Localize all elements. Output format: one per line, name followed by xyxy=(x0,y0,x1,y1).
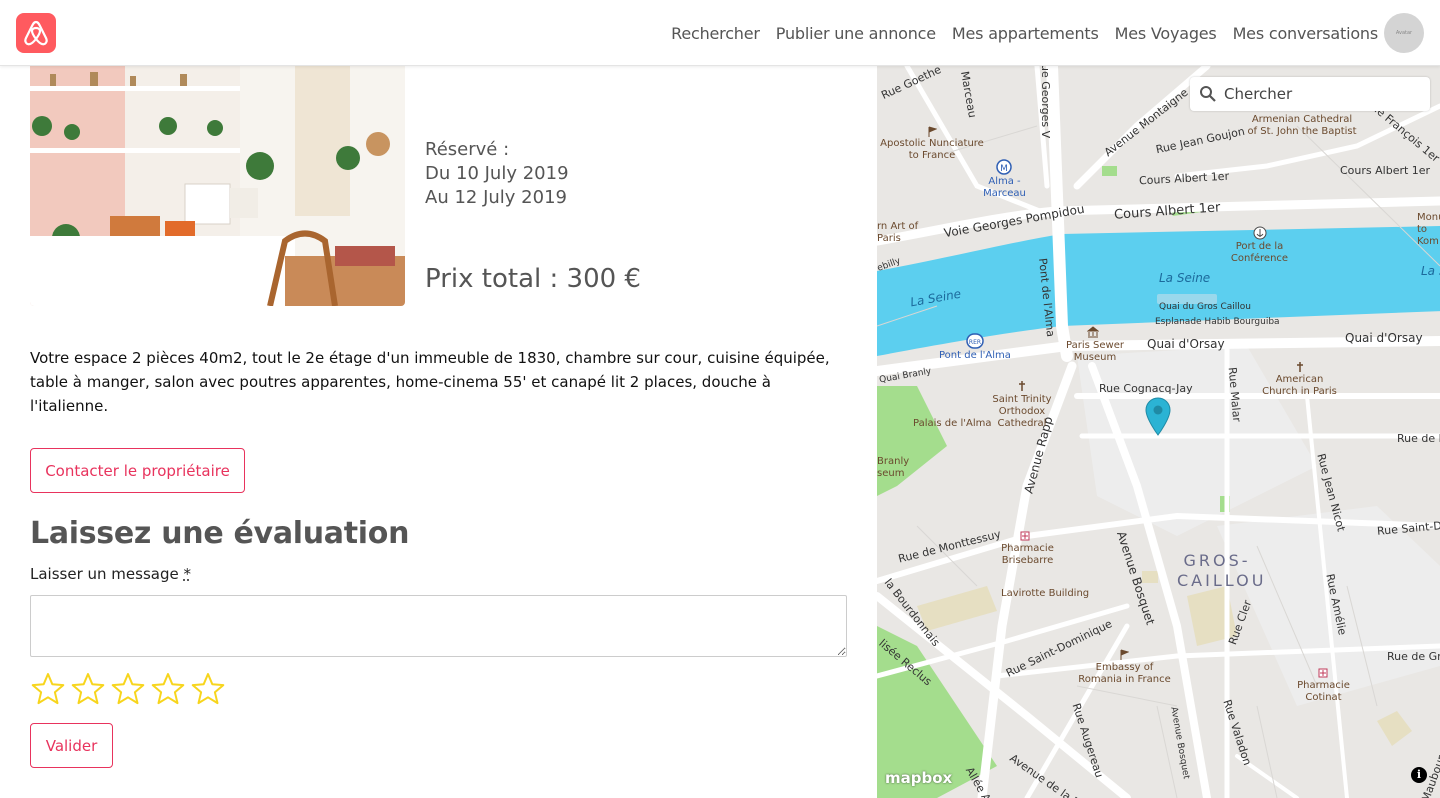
poi-port-de-la-conference: Port de la Conférence xyxy=(1230,241,1289,264)
poi-branly-museum: Branly seum xyxy=(877,456,910,479)
river-label-seine-center: La Seine xyxy=(1159,271,1211,285)
street-rue-de-gre: Rue de Gre xyxy=(1387,650,1440,663)
map-search-box[interactable] xyxy=(1190,77,1430,111)
church-icon xyxy=(1019,381,1025,391)
church-icon xyxy=(1297,362,1303,372)
star-rating xyxy=(30,671,230,707)
submit-review-button[interactable]: Valider xyxy=(30,723,113,768)
message-label: Laisser un message * xyxy=(30,565,191,583)
poi-apostolic-nunciature: Apostolic Nunciature to France xyxy=(880,138,984,161)
district-gros-caillou: GROS-CAILLOU xyxy=(1177,551,1267,590)
reserved-label: Réservé : xyxy=(425,139,510,160)
booking-detail-panel: Réservé : Du 10 July 2019 Au 12 July 201… xyxy=(0,66,877,798)
poi-modern-art-paris: rn Art of Paris xyxy=(877,221,919,244)
avatar-alt-text: Avatar xyxy=(1395,30,1413,36)
flag-icon xyxy=(928,126,937,137)
review-heading: Laissez une évaluation xyxy=(30,516,410,551)
poi-american-church: American Church in Paris xyxy=(1262,374,1337,397)
poi-lavirotte-building: Lavirotte Building xyxy=(1001,588,1090,599)
museum-icon xyxy=(1087,326,1099,338)
street-rue-de-l: Rue de l xyxy=(1397,432,1440,445)
apartment-photo xyxy=(30,66,405,306)
nav-mes-appartements[interactable]: Mes appartements xyxy=(952,24,1099,43)
poi-pharmacie-brisebarre: Pharmacie Brisebarre xyxy=(1001,543,1054,566)
required-mark: * xyxy=(183,565,192,583)
airbnb-logo-icon xyxy=(24,20,48,46)
rer-pont-de-lalma: Pont de l'Alma xyxy=(939,350,1011,361)
nav-publier-annonce[interactable]: Publier une annonce xyxy=(776,24,936,43)
user-avatar[interactable]: Avatar xyxy=(1384,13,1424,53)
mapbox-logo[interactable]: mapbox xyxy=(885,769,952,787)
street-rue-georges-v: Rue Georges V xyxy=(1039,66,1053,139)
poi-armenian-cathedral: Armenian Cathedral of St. John the Bapti… xyxy=(1247,114,1357,137)
street-cours-albert-1er-b: Cours Albert 1er xyxy=(1340,164,1431,177)
street-quai-dorsay-a: Quai d'Orsay xyxy=(1147,337,1225,351)
star-icon[interactable] xyxy=(30,671,66,707)
pharmacy-icon xyxy=(1318,668,1328,678)
search-icon xyxy=(1200,86,1216,102)
listing-description: Votre espace 2 pièces 40m2, tout le 2e é… xyxy=(30,349,830,415)
nav-mes-voyages[interactable]: Mes Voyages xyxy=(1115,24,1217,43)
booking-dates: Réservé : Du 10 July 2019 Au 12 July 201… xyxy=(425,138,845,210)
svg-text:M: M xyxy=(1000,164,1008,174)
anchor-icon xyxy=(1253,226,1267,240)
map-search-input[interactable] xyxy=(1224,77,1424,111)
street-quai-du-gros-caillou: Quai du Gros Caillou xyxy=(1159,302,1251,312)
star-icon[interactable] xyxy=(110,671,146,707)
contact-owner-button[interactable]: Contacter le propriétaire xyxy=(30,448,245,493)
top-navbar: Rechercher Publier une annonce Mes appar… xyxy=(0,0,1440,66)
nav-mes-conversations[interactable]: Mes conversations xyxy=(1233,24,1379,43)
poi-embassy-romania: Embassy of Romania in France xyxy=(1078,662,1171,685)
nav-rechercher[interactable]: Rechercher xyxy=(671,24,760,43)
info-icon[interactable]: i xyxy=(1411,767,1427,783)
street-quai-dorsay-b: Quai d'Orsay xyxy=(1345,331,1423,345)
star-icon[interactable] xyxy=(150,671,186,707)
review-message-input[interactable] xyxy=(30,595,847,657)
star-icon[interactable] xyxy=(70,671,106,707)
pharmacy-icon xyxy=(1020,531,1030,541)
poi-pharmacie-cotinat: Pharmacie Cotinat xyxy=(1297,680,1350,703)
flag-icon xyxy=(1120,649,1129,660)
svg-text:RER: RER xyxy=(969,339,981,346)
map[interactable]: Rue Goethe Marceau Rue Georges V Avenue … xyxy=(877,66,1440,798)
metro-icon: M xyxy=(996,159,1012,175)
street-rue-cognacq-jay: Rue Cognacq-Jay xyxy=(1099,382,1193,395)
poi-palais-de-lalma: Palais de l'Alma xyxy=(913,418,992,429)
location-marker-icon[interactable] xyxy=(1144,396,1172,436)
river-label-seine-east: La S xyxy=(1421,264,1440,278)
star-icon[interactable] xyxy=(190,671,226,707)
main-nav: Rechercher Publier une annonce Mes appar… xyxy=(655,0,1378,66)
booking-start-date: Du 10 July 2019 xyxy=(425,163,569,184)
poi-monument: Monu to Kom xyxy=(1417,212,1440,247)
airbnb-logo[interactable] xyxy=(16,13,56,53)
rer-icon: RER xyxy=(966,333,984,349)
total-price: Prix total : 300 € xyxy=(425,264,641,294)
street-esplanade-habib-bourguiba: Esplanade Habib Bourguiba xyxy=(1155,317,1280,327)
metro-alma-marceau: Alma - Marceau xyxy=(983,176,1026,199)
booking-end-date: Au 12 July 2019 xyxy=(425,187,567,208)
message-label-text: Laisser un message xyxy=(30,565,179,583)
poi-paris-sewer-museum: Paris Sewer Museum xyxy=(1066,340,1124,363)
